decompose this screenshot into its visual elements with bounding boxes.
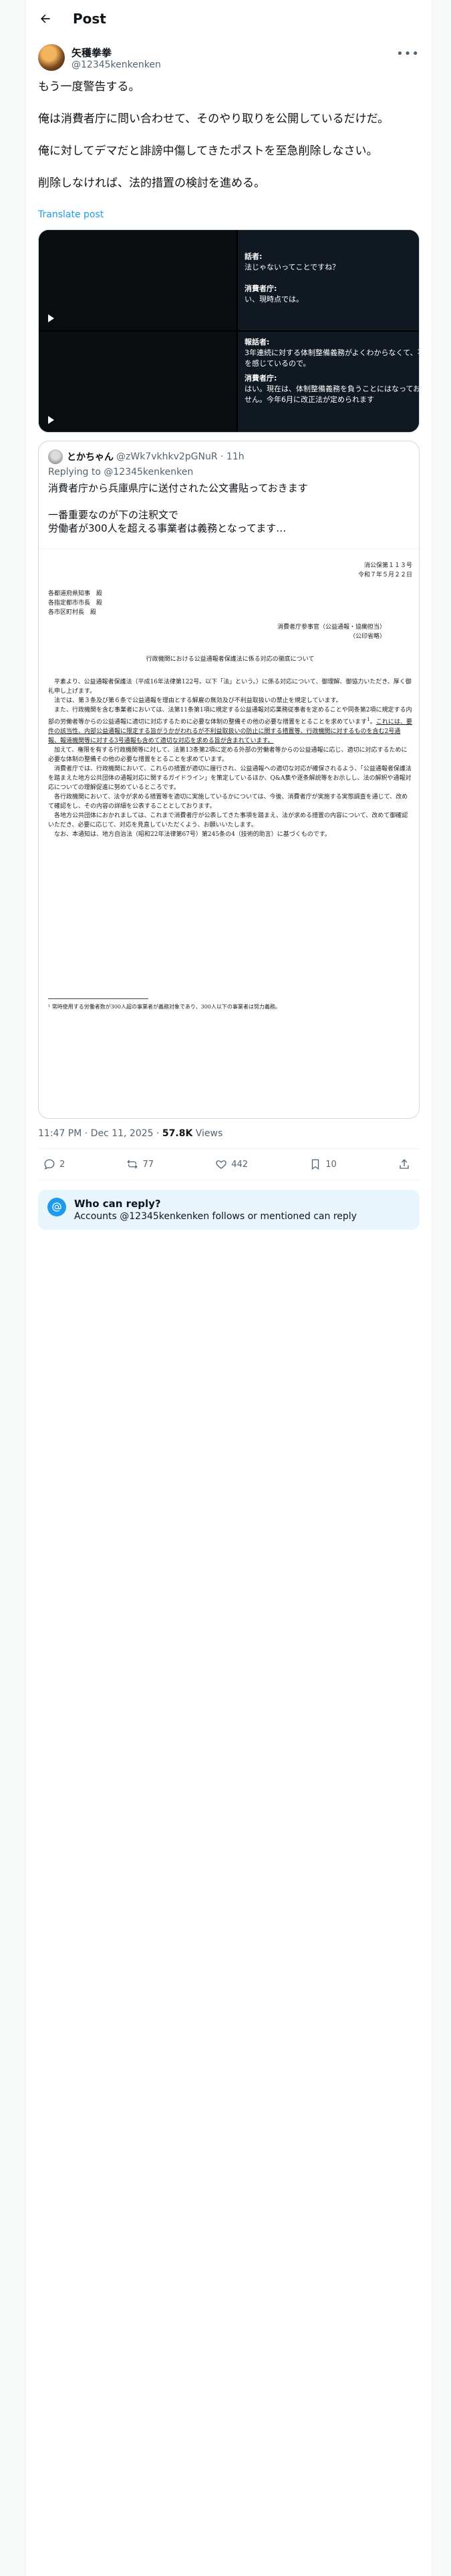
action-bar: 2 77 442 10 <box>38 1148 420 1180</box>
doc-subject: 行政機関における公益通報者保護法に係る対応の徹底について <box>146 656 315 663</box>
subtitle-text: 法じゃないってことですね？ <box>245 263 340 272</box>
play-icon <box>48 416 54 424</box>
views-label: Views <box>192 1128 223 1139</box>
doc-recipient: 各市区町村長 殿 <box>48 609 97 616</box>
video-thumbnail[interactable] <box>39 332 237 432</box>
doc-text: また、行政機関を含む事業者においては、法第11条第1項に規定する公益通報対応業務… <box>48 707 412 726</box>
post-line: 俺に対してデマだと誹謗中傷してきたポストを至急削除しなさい。 <box>38 144 378 158</box>
repost-button[interactable]: 77 <box>126 1158 154 1170</box>
at-sign-icon <box>47 1198 66 1216</box>
doc-recipient: 各指定都市市長 殿 <box>48 600 103 607</box>
video-subtitle-frame[interactable]: 話者: 法じゃないってことですね？ 消費者庁: い、現時点では。 <box>238 230 419 330</box>
who-can-reply-title: Who can reply? <box>74 1198 161 1210</box>
doc-recipient: 各都道府県知事 殿 <box>48 591 103 597</box>
post-meta: 11:47 PM · Dec 11, 2025 · 57.8K Views <box>26 1119 432 1139</box>
quoted-post[interactable]: とかちゃん @zWk7vkhkv2pGNuR · 11h Replying to… <box>38 441 420 1119</box>
doc-paragraph: 加えて、権限を有する行政機関等に対して、法第13条第2項に定める外部の労働者等か… <box>48 747 408 763</box>
doc-footnote-rule <box>48 998 148 1003</box>
who-can-reply-text: Accounts @12345kenkenken follows or ment… <box>74 1211 357 1222</box>
translate-post-link[interactable]: Translate post <box>38 209 104 220</box>
video-thumbnail[interactable] <box>39 230 237 330</box>
reply-button[interactable]: 2 <box>43 1158 65 1170</box>
play-icon <box>48 314 54 322</box>
more-options-icon[interactable]: ••• <box>396 47 420 61</box>
quoted-display-name: とかちゃん <box>67 452 114 463</box>
media-grid: 話者: 法じゃないってことですね？ 消費者庁: い、現時点では。 報話者: 3年… <box>38 229 420 433</box>
post-text: もう一度警告する。 俺は消費者庁に問い合わせて、そのやり取りを公開しているだけだ… <box>26 71 432 191</box>
document-image[interactable]: 消公保第１１３号 令和７年５月２２日 各都道府県知事 殿 各指定都市市長 殿 各… <box>39 548 419 1118</box>
doc-paragraph: なお、本通知は、地方自治法（昭和22年法律第67号）第245条の4（技術的助言）… <box>54 831 331 838</box>
back-button[interactable] <box>38 11 53 26</box>
subtitle-text: 報話者: <box>245 338 270 346</box>
avatar[interactable] <box>38 44 65 71</box>
doc-paragraph: 法では、第３条及び第６条で公益通報を理由とする解雇の無効及び不利益取扱いの禁止を… <box>54 697 342 704</box>
like-button[interactable]: 442 <box>215 1158 248 1170</box>
doc-sender: 消費者庁参事官（公益通報・協働担当） <box>277 624 386 631</box>
display-name[interactable]: 矢穫拳拳 <box>71 45 161 60</box>
post-author: 矢穫拳拳 @12345kenkenken ••• <box>26 37 432 71</box>
subtitle-text: 消費者庁: <box>245 374 277 383</box>
right-gutter <box>432 0 451 2576</box>
subtitle-text: 3年連続に対する体制整備義務がよくわからなくて、不安を感じているので。 <box>245 348 420 368</box>
doc-paragraph: 消費者庁では、行政機関において、これらの措置が適切に履行され、公益通報への適切な… <box>48 766 412 791</box>
heart-icon <box>216 1160 227 1169</box>
share-button[interactable] <box>398 1158 414 1170</box>
quoted-handle-time: @zWk7vkhkv2pGNuR · 11h <box>116 451 245 462</box>
repost-count: 77 <box>142 1159 154 1170</box>
subtitle-text: 消費者庁: <box>245 284 277 293</box>
reply-count: 2 <box>59 1159 65 1170</box>
page: Post 矢穫拳拳 @12345kenkenken ••• もう一度警告する。 … <box>0 0 451 2576</box>
post-timestamp[interactable]: 11:47 PM · Dec 11, 2025 · <box>38 1128 162 1139</box>
bookmark-button[interactable]: 10 <box>309 1158 337 1170</box>
doc-number: 消公保第１１３号 <box>363 562 412 569</box>
bookmark-count: 10 <box>325 1159 337 1170</box>
repost-icon <box>127 1160 138 1169</box>
bookmark-icon <box>312 1159 319 1170</box>
subtitle-text: はい。現在は、体制整備義務を負うことにはなっておりません。今年6月に改正法が定め… <box>245 385 420 404</box>
replying-to: Replying to @12345kenkenken <box>48 467 194 477</box>
doc-paragraph: また、行政機関を含む事業者においては、法第11条第1項に規定する公益通報対応業務… <box>48 707 412 744</box>
quoted-line: 消費者庁から兵庫県庁に送付された公文書貼っておきます <box>48 482 308 494</box>
left-gutter <box>0 0 26 2576</box>
doc-paragraph: 各地方公共団体におかれましては、これまで消費者庁が公表してきた事項を踏まえ、法が… <box>48 813 408 829</box>
arrow-left-icon <box>41 14 50 23</box>
post-line: 俺は消費者庁に問い合わせて、そのやり取りを公開しているだけだ。 <box>38 112 390 126</box>
video-subtitle-frame[interactable]: 報話者: 3年連続に対する体制整備義務がよくわからなくて、不安を感じているので。… <box>238 332 420 432</box>
top-bar: Post <box>26 0 432 37</box>
doc-footnote: ¹ 常時使用する労働者数が300人超の事業者が義務対象であり、300人以下の事業… <box>48 1004 281 1010</box>
post-line: 削除しなければ、法的措置の検討を進める。 <box>38 177 265 190</box>
reply-icon <box>44 1159 55 1170</box>
post-column: Post 矢穫拳拳 @12345kenkenken ••• もう一度警告する。 … <box>26 0 432 2576</box>
doc-paragraph: 平素より、公益通報者保護法（平成16年法律第122号。以下「法」という。）に係る… <box>48 679 412 695</box>
document-page: 消公保第１１３号 令和７年５月２２日 各都道府県知事 殿 各指定都市市長 殿 各… <box>48 556 412 1011</box>
avatar[interactable] <box>48 449 63 464</box>
post-line: もう一度警告する。 <box>38 80 140 94</box>
view-count: 57.8K <box>162 1128 193 1139</box>
who-can-reply-banner: Who can reply? Accounts @12345kenkenken … <box>38 1190 420 1230</box>
user-handle[interactable]: @12345kenkenken <box>71 60 161 70</box>
share-icon <box>400 1159 409 1169</box>
subtitle-text: 話者: <box>245 252 263 261</box>
page-title: Post <box>73 11 106 27</box>
quoted-text: 消費者庁から兵庫県庁に送付された公文書貼っておきます 一番重要なのが下の注釈文で… <box>48 481 410 535</box>
doc-seal: （公印省略） <box>349 633 386 640</box>
quoted-line: 一番重要なのが下の注釈文で 労働者が300人を超える事業者は義務となってます… <box>48 509 287 534</box>
like-count: 442 <box>231 1159 249 1170</box>
subtitle-text: い、現時点では。 <box>245 295 303 304</box>
doc-date: 令和７年５月２２日 <box>357 572 412 578</box>
doc-paragraph: 各行政機関において、法令が求める措置等を適切に実施しているかについては、今後、消… <box>48 794 408 810</box>
